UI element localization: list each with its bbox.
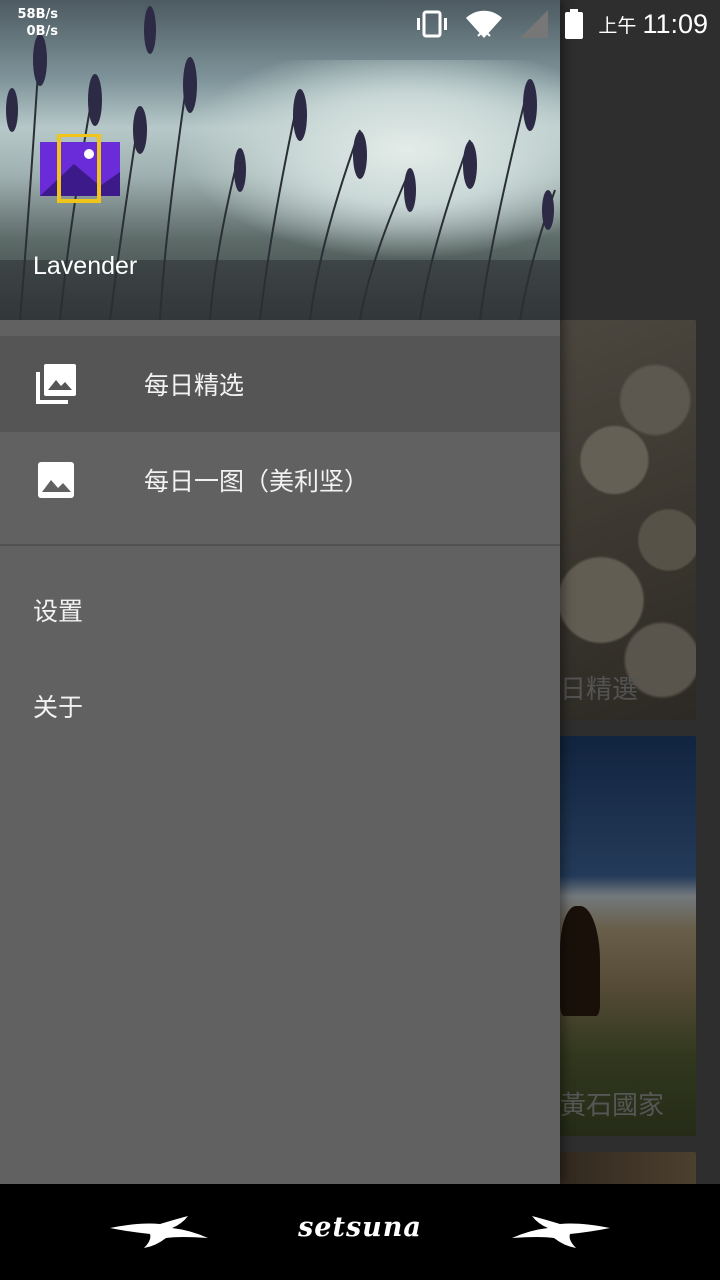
status-ampm: 上午 <box>598 14 637 37</box>
about-item[interactable]: 关于 <box>0 658 560 754</box>
signal-icon <box>520 10 549 38</box>
app-logo-icon <box>40 134 120 203</box>
navigation-drawer: Lavender 每日精选 每日一图（美利坚） 设置 关于 <box>0 0 560 1184</box>
battery-icon <box>565 9 584 39</box>
horse-silhouette <box>560 906 600 1016</box>
featured-card[interactable]: 黃石國家 <box>560 736 696 1136</box>
featured-card[interactable]: 日精選 <box>560 320 696 720</box>
status-time: 11:09 <box>642 8 708 39</box>
drawer-header: Lavender <box>0 0 560 320</box>
app-name: Lavender <box>33 252 138 280</box>
menu-divider <box>0 544 560 546</box>
vibrate-icon <box>417 10 448 38</box>
card-title: 日精選 <box>560 675 639 705</box>
image-icon <box>38 462 74 498</box>
settings-label: 设置 <box>33 597 84 626</box>
drawer-menu: 每日精选 每日一图（美利坚） <box>0 336 560 528</box>
upload-speed: 58B/s <box>17 7 59 22</box>
bottom-bar: setsuna <box>0 1184 720 1280</box>
download-speed: 0B/s <box>26 24 58 39</box>
menu-item-label: 每日精选 <box>144 371 245 400</box>
card-title: 黃石國家 <box>560 1091 665 1121</box>
settings-item[interactable]: 设置 <box>0 562 560 658</box>
right-ornament-icon <box>512 1216 610 1248</box>
wifi-icon <box>466 10 503 38</box>
about-label: 关于 <box>33 693 84 722</box>
menu-item-label: 每日一图（美利坚） <box>144 467 370 496</box>
network-speed: 58B/s 0B/s <box>14 6 59 40</box>
status-icons: 上午 11:09 <box>414 0 708 48</box>
menu-item-daily-image-us[interactable]: 每日一图（美利坚） <box>0 432 560 528</box>
photo-library-icon <box>36 364 76 404</box>
brand-text: setsuna <box>298 1212 422 1243</box>
menu-item-daily-featured[interactable]: 每日精选 <box>0 336 560 432</box>
status-bar: 58B/s 0B/s 上午 11:09 <box>0 0 720 48</box>
